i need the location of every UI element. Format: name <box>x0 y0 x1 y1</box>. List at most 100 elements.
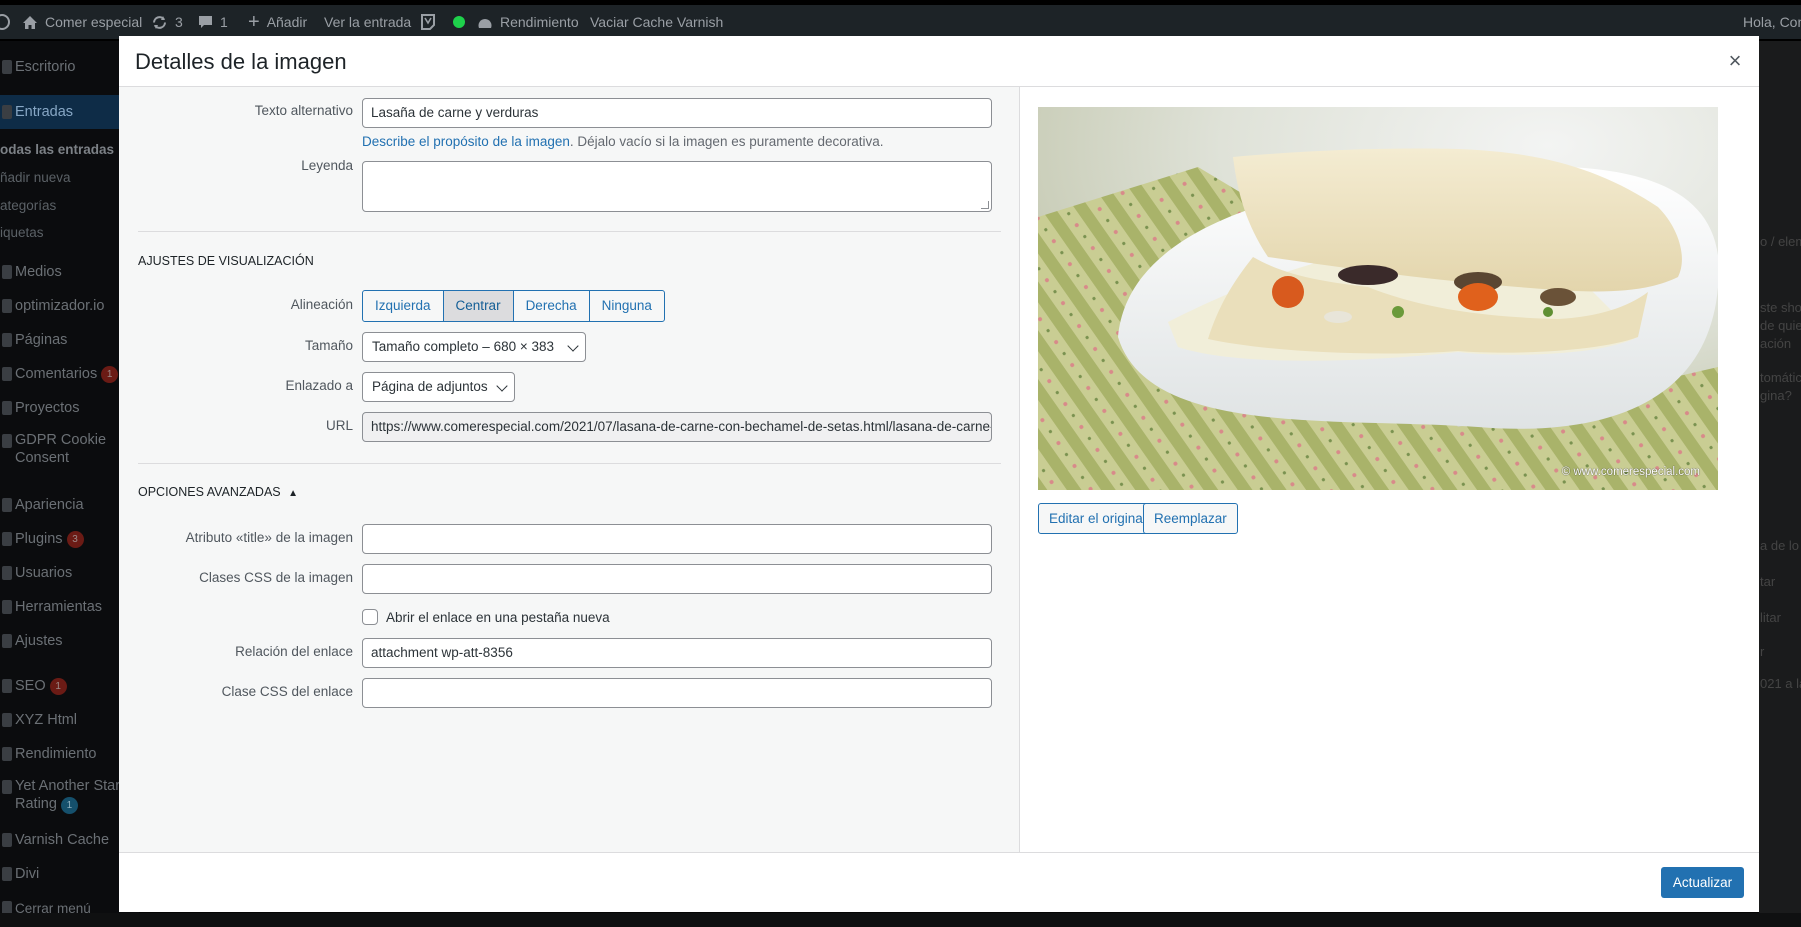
link-css-input[interactable] <box>362 678 992 708</box>
yoast-menu[interactable] <box>420 5 465 39</box>
lasagna-photo <box>1038 107 1718 490</box>
new-content-link[interactable]: + Añadir <box>248 5 307 39</box>
brush-icon <box>2 498 12 512</box>
open-new-tab-label[interactable]: Abrir el enlace en una pestaña nueva <box>386 610 610 625</box>
sidebar-item-label: Escritorio <box>15 59 76 75</box>
url-input[interactable]: https://www.comerespecial.com/2021/07/la… <box>362 412 992 442</box>
background-page-right <box>1759 41 1801 927</box>
alt-text-input[interactable]: Lasaña de carne y verduras <box>362 98 992 128</box>
link-css-label-wrap: Clase CSS del enlace <box>119 684 353 704</box>
replace-button[interactable]: Reemplazar <box>1143 503 1238 534</box>
sidebar-item-label: Yet Another Star <box>15 778 121 794</box>
gauge-icon <box>478 18 492 28</box>
link-rel-input[interactable]: attachment wp-att-8356 <box>362 638 992 668</box>
plus-icon: + <box>248 11 260 33</box>
sidebar-sub-categories[interactable]: ategorías <box>0 198 56 213</box>
image-details-modal: Detalles de la imagen × Texto alternativ… <box>119 36 1759 912</box>
updates-link[interactable]: 3 <box>151 5 183 39</box>
sidebar-sub-tags[interactable]: iquetas <box>0 225 44 240</box>
background-text: a de lo <box>1760 538 1800 553</box>
align-left-button[interactable]: Izquierda <box>362 290 444 322</box>
pin-icon <box>2 105 12 119</box>
image-settings-panel: Texto alternativo Lasaña de carne y verd… <box>119 87 1020 852</box>
sidebar-item-label: GDPR Cookie <box>15 432 107 448</box>
image-css-input[interactable] <box>362 564 992 594</box>
sidebar-item-label: Páginas <box>15 332 68 348</box>
advanced-options-toggle[interactable]: Opciones avanzadas ▲ <box>138 485 298 499</box>
sidebar-item-label: Rendimiento <box>15 746 97 762</box>
alt-text-help: Describe el propósito de la imagen. Déja… <box>362 134 884 149</box>
plug-icon <box>2 532 12 546</box>
url-label-wrap: URL <box>119 418 353 438</box>
close-icon[interactable]: × <box>1719 45 1751 77</box>
purge-varnish-label: Vaciar Cache Varnish <box>590 14 724 30</box>
align-none-button[interactable]: Ninguna <box>588 290 665 322</box>
modal-title: Detalles de la imagen <box>135 49 347 74</box>
background-text: o / elem <box>1760 234 1801 249</box>
updates-count: 3 <box>175 14 183 30</box>
resize-handle-icon[interactable] <box>981 201 989 209</box>
background-text: r <box>1760 644 1765 659</box>
sidebar-item-label: Apariencia <box>15 497 84 513</box>
site-name: Comer especial <box>45 14 143 30</box>
comment-icon <box>2 367 12 381</box>
link-to-label: Enlazado a <box>285 378 353 393</box>
sidebar-item-label: Plugins <box>15 531 63 547</box>
link-rel-label: Relación del enlace <box>235 644 353 659</box>
comments-count: 1 <box>220 14 228 30</box>
cache-icon <box>2 833 12 847</box>
yoast-icon <box>421 14 435 30</box>
alt-text-label-wrap: Texto alternativo <box>119 103 353 123</box>
caption-textarea[interactable] <box>362 161 992 212</box>
background-text: tar <box>1760 574 1776 589</box>
sidebar-item-label: Divi <box>15 866 40 882</box>
sidebar-sub-all-posts[interactable]: odas las entradas <box>0 142 114 157</box>
sidebar-item-label: Varnish Cache <box>15 832 110 848</box>
link-css-label: Clase CSS del enlace <box>221 684 353 699</box>
seo-icon <box>2 679 12 693</box>
triangle-up-icon: ▲ <box>288 488 299 499</box>
display-settings-title: Ajustes de visualización <box>138 254 314 268</box>
section-divider <box>138 463 1001 464</box>
caption-label-wrap: Leyenda <box>119 158 353 178</box>
view-post-link[interactable]: Ver la entrada <box>324 5 411 39</box>
edit-original-button[interactable]: Editar el original <box>1038 503 1157 534</box>
modal-header: Detalles de la imagen × <box>119 36 1759 87</box>
code-icon <box>2 713 12 727</box>
comments-link[interactable]: 1 <box>198 5 228 39</box>
sidebar-sub-add-new[interactable]: ñadir nueva <box>0 170 71 185</box>
align-button-group: Izquierda Centrar Derecha Ninguna <box>362 290 665 322</box>
align-right-button[interactable]: Derecha <box>512 290 590 322</box>
link-rel-label-wrap: Relación del enlace <box>119 644 353 664</box>
align-center-button[interactable]: Centrar <box>442 290 514 322</box>
alt-text-help-link[interactable]: Describe el propósito de la imagen <box>362 134 570 149</box>
sidebar-item-label: Rating <box>15 796 57 812</box>
sidebar-item-label: Comentarios <box>15 366 98 382</box>
performance-link[interactable]: Rendimiento <box>477 5 579 39</box>
open-new-tab-checkbox[interactable] <box>362 609 378 625</box>
update-button[interactable]: Actualizar <box>1661 867 1744 898</box>
size-label-wrap: Tamaño <box>119 338 353 358</box>
link-to-select[interactable]: Página de adjuntos <box>362 372 515 402</box>
size-select[interactable]: Tamaño completo – 680 × 383 <box>362 332 586 362</box>
url-label: URL <box>325 418 353 433</box>
comment-icon <box>199 15 212 28</box>
background-text: ación <box>1760 336 1792 351</box>
background-page-bottom <box>0 913 1801 927</box>
title-attr-input[interactable] <box>362 524 992 554</box>
wordpress-logo-icon[interactable] <box>0 5 12 39</box>
purge-varnish-link[interactable]: Vaciar Cache Varnish <box>590 5 723 39</box>
my-account-link[interactable]: Hola, Com <box>1743 5 1801 39</box>
plugins-badge: 3 <box>66 530 84 548</box>
sidebar-item-label: Entradas <box>15 104 74 120</box>
projects-icon <box>2 401 12 415</box>
image-watermark: © www.comerespecial.com <box>1561 466 1700 478</box>
sidebar-item-label: Consent <box>15 450 70 466</box>
background-text: 021 a las <box>1760 676 1801 691</box>
site-name-link[interactable]: Comer especial <box>22 5 142 39</box>
advanced-options-title: Opciones avanzadas <box>138 485 281 499</box>
background-text: ste shor <box>1760 300 1801 315</box>
image-css-label-wrap: Clases CSS de la imagen <box>119 570 353 590</box>
comments-badge: 1 <box>101 365 119 383</box>
link-to-label-wrap: Enlazado a <box>119 378 353 398</box>
